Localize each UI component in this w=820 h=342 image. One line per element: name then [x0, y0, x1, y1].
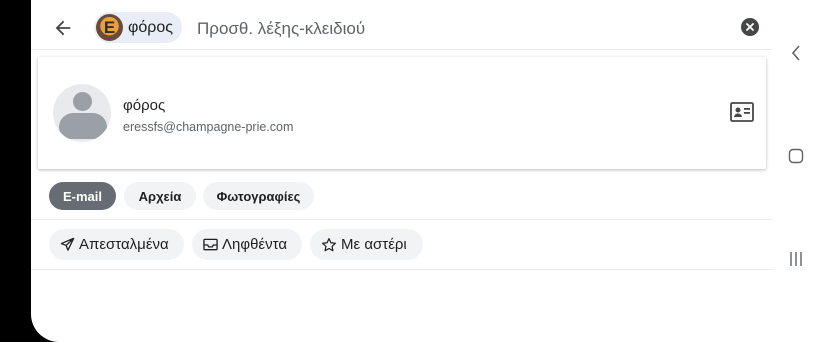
filter-chip-received[interactable]: Ληφθέντα — [192, 229, 302, 260]
chevron-left-icon — [791, 45, 800, 61]
arrow-left-icon — [55, 20, 71, 36]
contact-email: eressfs@champagne-prie.com — [123, 120, 294, 134]
contact-card[interactable]: φόρος eressfs@champagne-prie.com — [38, 57, 766, 169]
star-icon — [322, 237, 336, 251]
system-nav-bar — [772, 0, 820, 342]
close-icon — [746, 23, 754, 31]
filter-chip-sent-label: Απεσταλμένα — [79, 236, 169, 253]
search-bar: E φόρος — [31, 0, 772, 56]
send-icon — [60, 237, 75, 251]
contact-card-icon[interactable] — [730, 102, 754, 122]
search-input[interactable] — [195, 14, 719, 44]
nav-recents-button[interactable] — [772, 249, 820, 269]
contact-chip-label: φόρος — [128, 18, 173, 36]
contact-name: φόρος — [123, 97, 166, 114]
filter-chip-photos[interactable]: Φωτογραφίες — [203, 182, 314, 210]
app-screen: E φόρος φόρος eressfs@champagne-prie.com… — [31, 0, 820, 342]
filter-chip-received-label: Ληφθέντα — [222, 236, 288, 253]
clear-search-button[interactable] — [741, 18, 759, 36]
nav-back-button[interactable] — [772, 42, 820, 64]
chips-divider — [31, 219, 772, 220]
contact-filter-chip[interactable]: E φόρος — [94, 12, 182, 43]
filter-chip-starred-label: Με αστέρι — [341, 236, 407, 253]
back-button[interactable] — [49, 14, 77, 42]
filter-chip-files[interactable]: Αρχεία — [124, 182, 196, 210]
results-divider — [31, 269, 772, 270]
filter-chip-starred[interactable]: Με αστέρι — [310, 229, 423, 260]
recents-icon — [790, 252, 802, 266]
filter-chip-sent[interactable]: Απεσταλμένα — [49, 229, 184, 260]
home-square-icon — [788, 148, 804, 164]
contact-chip-avatar: E — [96, 14, 123, 41]
avatar — [53, 84, 111, 142]
filter-chip-email[interactable]: E-mail — [49, 182, 116, 210]
header-divider — [31, 49, 772, 50]
inbox-icon — [203, 238, 218, 251]
nav-home-button[interactable] — [772, 146, 820, 166]
